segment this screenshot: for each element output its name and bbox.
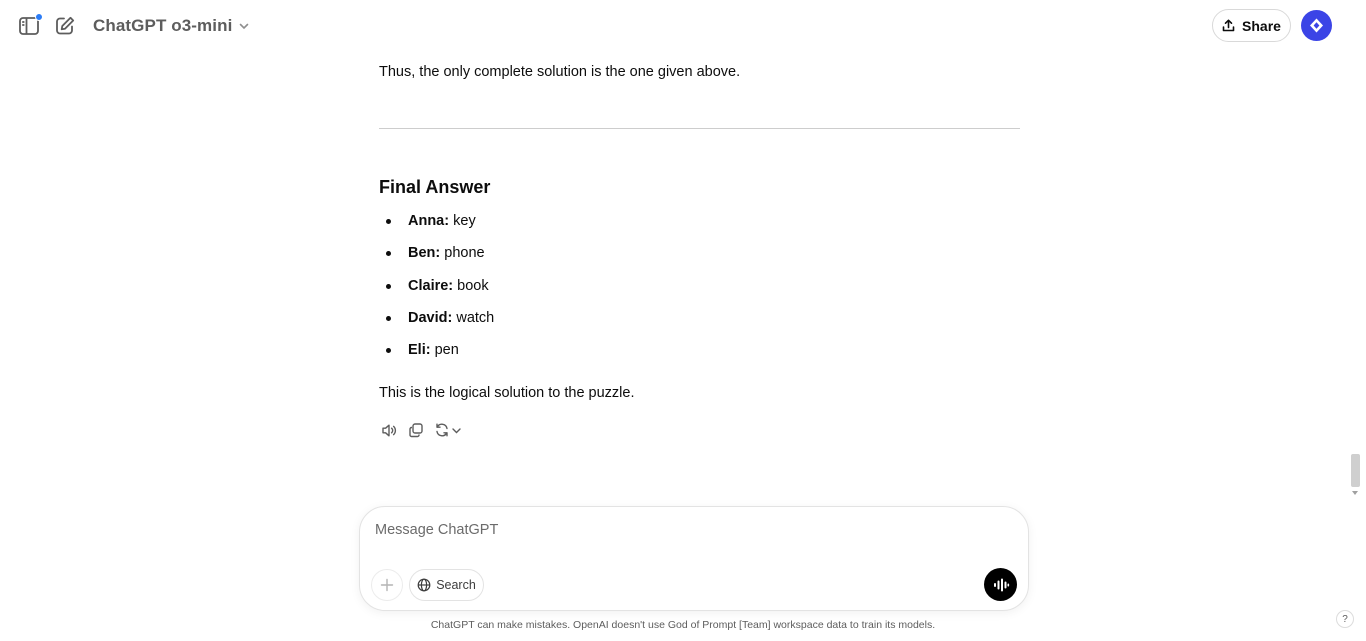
message-composer: Search [359, 506, 1029, 611]
list-item: Ben: phone [379, 240, 494, 272]
list-item: David: watch [379, 305, 494, 337]
question-mark-icon: ? [1342, 613, 1348, 625]
list-item: Claire: book [379, 273, 494, 305]
share-label: Share [1242, 17, 1281, 34]
chevron-down-icon [451, 425, 462, 436]
answer-item: watch [456, 309, 495, 326]
notification-dot [35, 13, 43, 21]
sidebar-toggle-button[interactable] [17, 13, 43, 38]
answer-item: pen [434, 342, 459, 359]
search-button[interactable]: Search [409, 569, 484, 601]
edit-icon [54, 15, 76, 37]
copy-button[interactable] [407, 421, 425, 439]
disclaimer-text: ChatGPT can make mistakes. OpenAI doesn'… [430, 619, 936, 631]
new-chat-button[interactable] [53, 14, 77, 38]
answer-item: phone [444, 245, 485, 262]
regenerate-button[interactable] [434, 422, 462, 438]
avatar[interactable] [1301, 10, 1332, 41]
answer-list: Anna: key Ben: phone Claire: book David:… [379, 208, 494, 369]
answer-name: Ben: [408, 245, 441, 262]
voice-waveform-icon [992, 576, 1010, 594]
globe-icon [417, 578, 431, 592]
scrollbar-thumb[interactable] [1351, 454, 1360, 487]
search-label: Search [436, 578, 476, 592]
answer-name: David: [408, 309, 453, 326]
message-actions [380, 421, 462, 439]
response-heading: Final Answer [379, 177, 491, 197]
share-icon [1222, 19, 1235, 32]
chevron-down-icon [238, 20, 250, 32]
list-item: Eli: pen [379, 337, 494, 369]
scrollbar-down-arrow[interactable] [1352, 491, 1358, 495]
copy-icon [408, 422, 424, 438]
list-item: Anna: key [379, 208, 494, 240]
attach-button[interactable] [371, 569, 403, 601]
diamond-icon [1308, 17, 1325, 34]
answer-name: Anna: [408, 213, 450, 229]
plus-icon [380, 578, 394, 592]
answer-name: Eli: [408, 342, 431, 359]
share-button[interactable]: Share [1212, 9, 1291, 42]
model-name: ChatGPT o3-mini [93, 16, 233, 35]
answer-item: key [453, 213, 476, 229]
help-button[interactable]: ? [1336, 610, 1354, 628]
model-switcher[interactable]: ChatGPT o3-mini [93, 14, 250, 38]
divider [379, 128, 1020, 129]
answer-item: book [457, 277, 489, 294]
voice-mode-button[interactable] [984, 568, 1017, 601]
message-input[interactable] [375, 522, 975, 538]
answer-name: Claire: [408, 277, 454, 294]
response-closing: This is the logical solution to the puzz… [379, 385, 635, 401]
response-paragraph: Thus, the only complete solution is the … [379, 64, 741, 80]
top-bar: ChatGPT o3-mini Share [0, 0, 1366, 52]
speaker-icon [381, 422, 398, 439]
refresh-icon [434, 422, 450, 438]
read-aloud-button[interactable] [380, 421, 398, 439]
sidebar-toggle-icon [18, 13, 43, 37]
